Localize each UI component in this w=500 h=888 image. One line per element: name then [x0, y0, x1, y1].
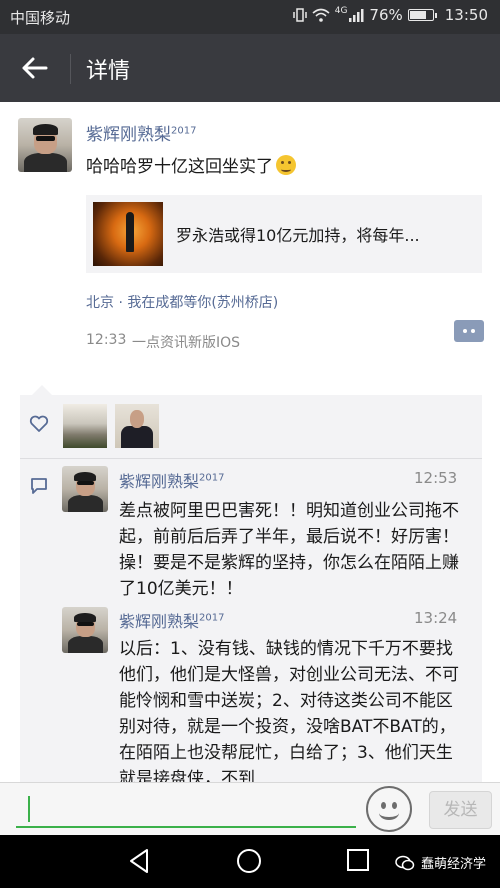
wifi-icon	[312, 8, 330, 22]
comment-bubble-icon	[31, 478, 47, 494]
comment-author-avatar[interactable]	[62, 607, 108, 653]
comment-text: 差点被阿里巴巴害死！！明知道创业公司拖不起，前前后后弄了半年，最后说不！好厉害！…	[119, 501, 459, 599]
comment-author-name[interactable]: 紫辉刚熟梨2017	[119, 608, 224, 632]
page-title: 详情	[86, 59, 131, 84]
post-author-name[interactable]: 紫辉刚熟梨2017	[86, 120, 196, 145]
vibrate-icon	[292, 8, 307, 22]
watermark-text: 蠢萌经济学	[420, 857, 486, 872]
nav-recents-icon[interactable]	[346, 848, 370, 872]
wechat-logo-icon	[395, 855, 415, 870]
likes-comments-panel: 紫辉刚熟梨2017 12:53 差点被阿里巴巴害死！！明知道创业公司拖不起，前前…	[20, 385, 482, 782]
comment-author-avatar[interactable]	[62, 466, 108, 512]
post-source: 一点资讯新版IOS	[132, 335, 241, 351]
battery-icon	[407, 9, 437, 21]
liker-avatar[interactable]	[115, 404, 159, 448]
laughing-emoji-icon	[276, 155, 296, 175]
comment-input[interactable]	[16, 792, 356, 828]
comment-text: 以后：1、没有钱、缺钱的情况下千万不要找他们，他们是大怪兽，对创业公司无法、不可…	[119, 639, 459, 782]
shared-article-title: 罗永浩或得10亿元加持，将每年...	[176, 226, 420, 245]
system-nav-bar: 蠢萌经济学	[0, 835, 500, 888]
status-icons: 4G 76% 13:50	[292, 6, 488, 24]
battery-percent: 76%	[369, 6, 403, 24]
article-thumbnail	[93, 202, 163, 266]
clock: 13:50	[444, 6, 488, 24]
heart-icon	[29, 415, 49, 432]
comment-input-bar: 发送	[0, 782, 500, 835]
comment-author-name[interactable]: 紫辉刚熟梨2017	[119, 468, 224, 492]
nav-home-icon[interactable]	[236, 848, 262, 874]
title-bar: 详情	[0, 34, 500, 102]
post-text: 哈哈哈罗十亿这回坐实了	[86, 152, 296, 177]
panel-divider	[20, 458, 482, 459]
status-bar: 中国移动 4G 76% 13:50	[0, 0, 500, 34]
back-arrow-icon[interactable]	[20, 53, 50, 83]
nav-back-icon[interactable]	[128, 848, 150, 874]
liker-avatar[interactable]	[63, 404, 107, 448]
post-location[interactable]: 北京 · 我在成都等你(苏州桥店)	[86, 292, 278, 312]
signal-icon	[349, 9, 364, 22]
more-actions-button[interactable]	[454, 320, 484, 342]
network-type-label: 4G	[334, 6, 348, 16]
shared-article-card[interactable]: 罗永浩或得10亿元加持，将每年...	[86, 195, 482, 273]
watermark: 蠢萌经济学	[395, 853, 486, 872]
moment-detail: 紫辉刚熟梨2017 哈哈哈罗十亿这回坐实了 罗永浩或得10亿元加持，将每年...…	[0, 102, 500, 782]
emoji-button[interactable]	[366, 786, 412, 832]
post-time: 12:33	[86, 332, 127, 348]
send-button[interactable]: 发送	[429, 791, 492, 829]
comment-time: 13:24	[414, 609, 458, 627]
carrier-label: 中国移动	[10, 9, 71, 27]
author-avatar[interactable]	[18, 118, 72, 172]
title-divider	[70, 54, 71, 84]
comment-time: 12:53	[414, 469, 458, 487]
